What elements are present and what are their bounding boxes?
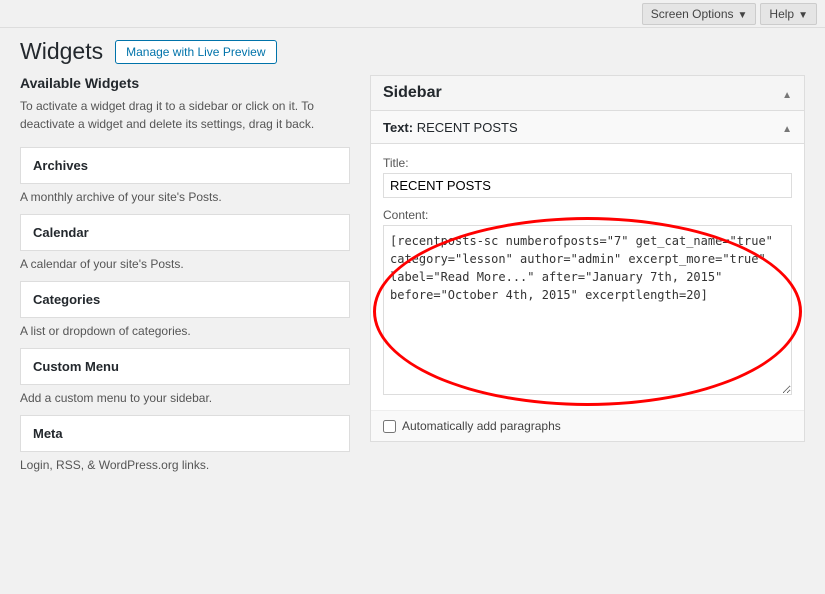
text-widget-collapse-icon[interactable] — [782, 119, 792, 135]
sidebar-header: Sidebar — [371, 76, 804, 111]
text-widget-label: Text: RECENT POSTS — [383, 120, 518, 135]
help-button[interactable]: Help — [760, 3, 817, 25]
widget-meta-desc: Login, RSS, & WordPress.org links. — [20, 452, 350, 482]
page-header: Widgets Manage with Live Preview — [0, 28, 825, 75]
sidebar-collapse-icon[interactable] — [782, 85, 792, 101]
available-widgets-title: Available Widgets — [20, 75, 350, 91]
page-title: Widgets — [20, 38, 103, 65]
text-widget-type: Text: — [383, 120, 413, 135]
widget-meta-title: Meta — [33, 426, 337, 441]
widget-categories-desc: A list or dropdown of categories. — [20, 318, 350, 348]
text-widget-header: Text: RECENT POSTS — [371, 111, 804, 144]
right-panel: Sidebar Text: RECENT POSTS Title: Conten… — [370, 75, 805, 579]
screen-options-button[interactable]: Screen Options — [642, 3, 757, 25]
text-widget-name: RECENT POSTS — [417, 120, 518, 135]
sidebar-box: Sidebar Text: RECENT POSTS Title: Conten… — [370, 75, 805, 442]
screen-options-label: Screen Options — [651, 7, 734, 21]
title-label: Title: — [383, 156, 792, 170]
widget-list: Archives A monthly archive of your site'… — [20, 147, 350, 482]
widget-categories-title: Categories — [33, 292, 337, 307]
widget-calendar-desc: A calendar of your site's Posts. — [20, 251, 350, 281]
widget-archives-title: Archives — [33, 158, 337, 173]
widget-custom-menu-desc: Add a custom menu to your sidebar. — [20, 385, 350, 415]
screen-options-chevron-icon — [738, 7, 748, 21]
widget-item-archives[interactable]: Archives — [20, 147, 350, 184]
widget-form: Title: Content: [recentposts-sc numberof… — [371, 144, 804, 410]
auto-paragraphs-checkbox[interactable] — [383, 420, 396, 433]
sidebar-title: Sidebar — [383, 84, 442, 102]
top-bar: Screen Options Help — [0, 0, 825, 28]
main-layout: Available Widgets To activate a widget d… — [0, 75, 825, 579]
auto-paragraphs-label: Automatically add paragraphs — [402, 419, 561, 433]
widget-calendar-title: Calendar — [33, 225, 337, 240]
content-textarea-wrapper: [recentposts-sc numberofposts="7" get_ca… — [383, 225, 792, 398]
widget-item-meta[interactable]: Meta — [20, 415, 350, 452]
title-input[interactable] — [383, 173, 792, 198]
left-panel: Available Widgets To activate a widget d… — [20, 75, 350, 579]
content-label: Content: — [383, 208, 792, 222]
auto-paragraphs-row: Automatically add paragraphs — [371, 410, 804, 441]
available-widgets-description: To activate a widget drag it to a sideba… — [20, 97, 350, 133]
help-label: Help — [769, 7, 794, 21]
help-chevron-icon — [798, 7, 808, 21]
widget-custom-menu-title: Custom Menu — [33, 359, 337, 374]
widget-item-calendar[interactable]: Calendar — [20, 214, 350, 251]
content-textarea[interactable]: [recentposts-sc numberofposts="7" get_ca… — [383, 225, 792, 395]
live-preview-button[interactable]: Manage with Live Preview — [115, 40, 276, 64]
widget-item-categories[interactable]: Categories — [20, 281, 350, 318]
widget-archives-desc: A monthly archive of your site's Posts. — [20, 184, 350, 214]
widget-item-custom-menu[interactable]: Custom Menu — [20, 348, 350, 385]
